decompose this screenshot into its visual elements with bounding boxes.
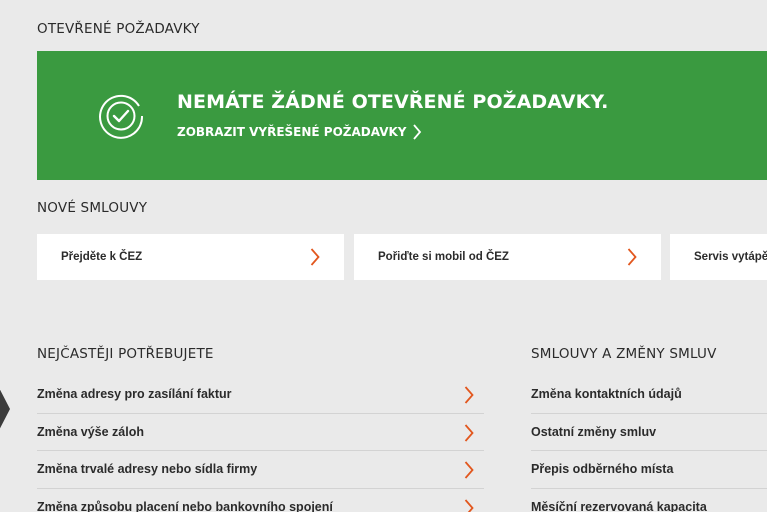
list-item-label: Změna kontaktních údajů xyxy=(531,387,682,402)
chevron-right-icon xyxy=(413,124,422,140)
chevron-right-icon xyxy=(464,423,474,442)
list-item-label: Změna trvalé adresy nebo sídla firmy xyxy=(37,462,258,477)
chevron-right-icon xyxy=(310,248,320,266)
contract-card-label: Přejděte k ČEZ xyxy=(61,251,143,263)
chevron-right-icon xyxy=(464,461,474,479)
chevron-right-icon xyxy=(464,498,474,512)
list-item-label: Změna výše záloh xyxy=(37,424,144,439)
list-item-label: Měsíční rezervovaná kapacita xyxy=(531,499,707,512)
chevron-right-icon xyxy=(464,386,474,404)
banner-title: NEMÁTE ŽÁDNÉ OTEVŘENÉ POŽADAVKY. xyxy=(177,91,609,113)
list-item[interactable]: Změna výše záloh xyxy=(37,414,484,451)
contracts-changes-heading: SMLOUVY A ZMĚNY SMLUV xyxy=(531,346,717,362)
list-item[interactable]: Změna trvalé adresy nebo sídla firmy xyxy=(37,451,484,489)
list-item[interactable]: Změna kontaktních údajů xyxy=(531,376,767,414)
contract-card-label: Pořiďte si mobil od ČEZ xyxy=(378,251,509,263)
show-resolved-requests-link[interactable]: ZOBRAZIT VYŘEŠENÉ POŽADAVKY xyxy=(177,124,422,140)
contract-card-switch-to-cez[interactable]: Přejděte k ČEZ xyxy=(37,234,344,280)
no-open-requests-banner: NEMÁTE ŽÁDNÉ OTEVŘENÉ POŽADAVKY. ZOBRAZI… xyxy=(37,51,767,180)
check-circle-icon xyxy=(99,94,144,139)
show-resolved-requests-label: ZOBRAZIT VYŘEŠENÉ POŽADAVKY xyxy=(177,125,407,139)
list-item-label: Přepis odběrného místa xyxy=(531,462,674,477)
list-item[interactable]: Měsíční rezervovaná kapacita xyxy=(531,489,767,512)
carousel-prev-arrow-icon[interactable] xyxy=(0,378,10,440)
frequent-needs-heading: NEJČASTĚJI POTŘEBUJETE xyxy=(37,346,214,362)
contract-card-label: Servis vytápění xyxy=(694,251,767,263)
list-item[interactable]: Ostatní změny smluv xyxy=(531,414,767,451)
page: OTEVŘENÉ POŽADAVKY NEMÁTE ŽÁDNÉ OTEVŘENÉ… xyxy=(0,0,767,512)
new-contracts-heading: NOVÉ SMLOUVY xyxy=(37,200,148,216)
contract-card-heating-service[interactable]: Servis vytápění xyxy=(670,234,767,280)
list-item-label: Ostatní změny smluv xyxy=(531,424,657,439)
contracts-changes-list: Změna kontaktních údajů Ostatní změny sm… xyxy=(531,376,767,512)
contract-card-mobile[interactable]: Pořiďte si mobil od ČEZ xyxy=(354,234,661,280)
list-item[interactable]: Změna adresy pro zasílání faktur xyxy=(37,376,484,414)
frequent-needs-list: Změna adresy pro zasílání faktur Změna v… xyxy=(37,376,484,512)
chevron-right-icon xyxy=(627,248,637,266)
list-item-label: Změna adresy pro zasílání faktur xyxy=(37,387,232,402)
list-item[interactable]: Změna způsobu placení nebo bankovního sp… xyxy=(37,489,484,512)
list-item-label: Změna způsobu placení nebo bankovního sp… xyxy=(37,499,333,512)
open-requests-heading: OTEVŘENÉ POŽADAVKY xyxy=(37,21,200,37)
list-item[interactable]: Přepis odběrného místa xyxy=(531,451,767,489)
